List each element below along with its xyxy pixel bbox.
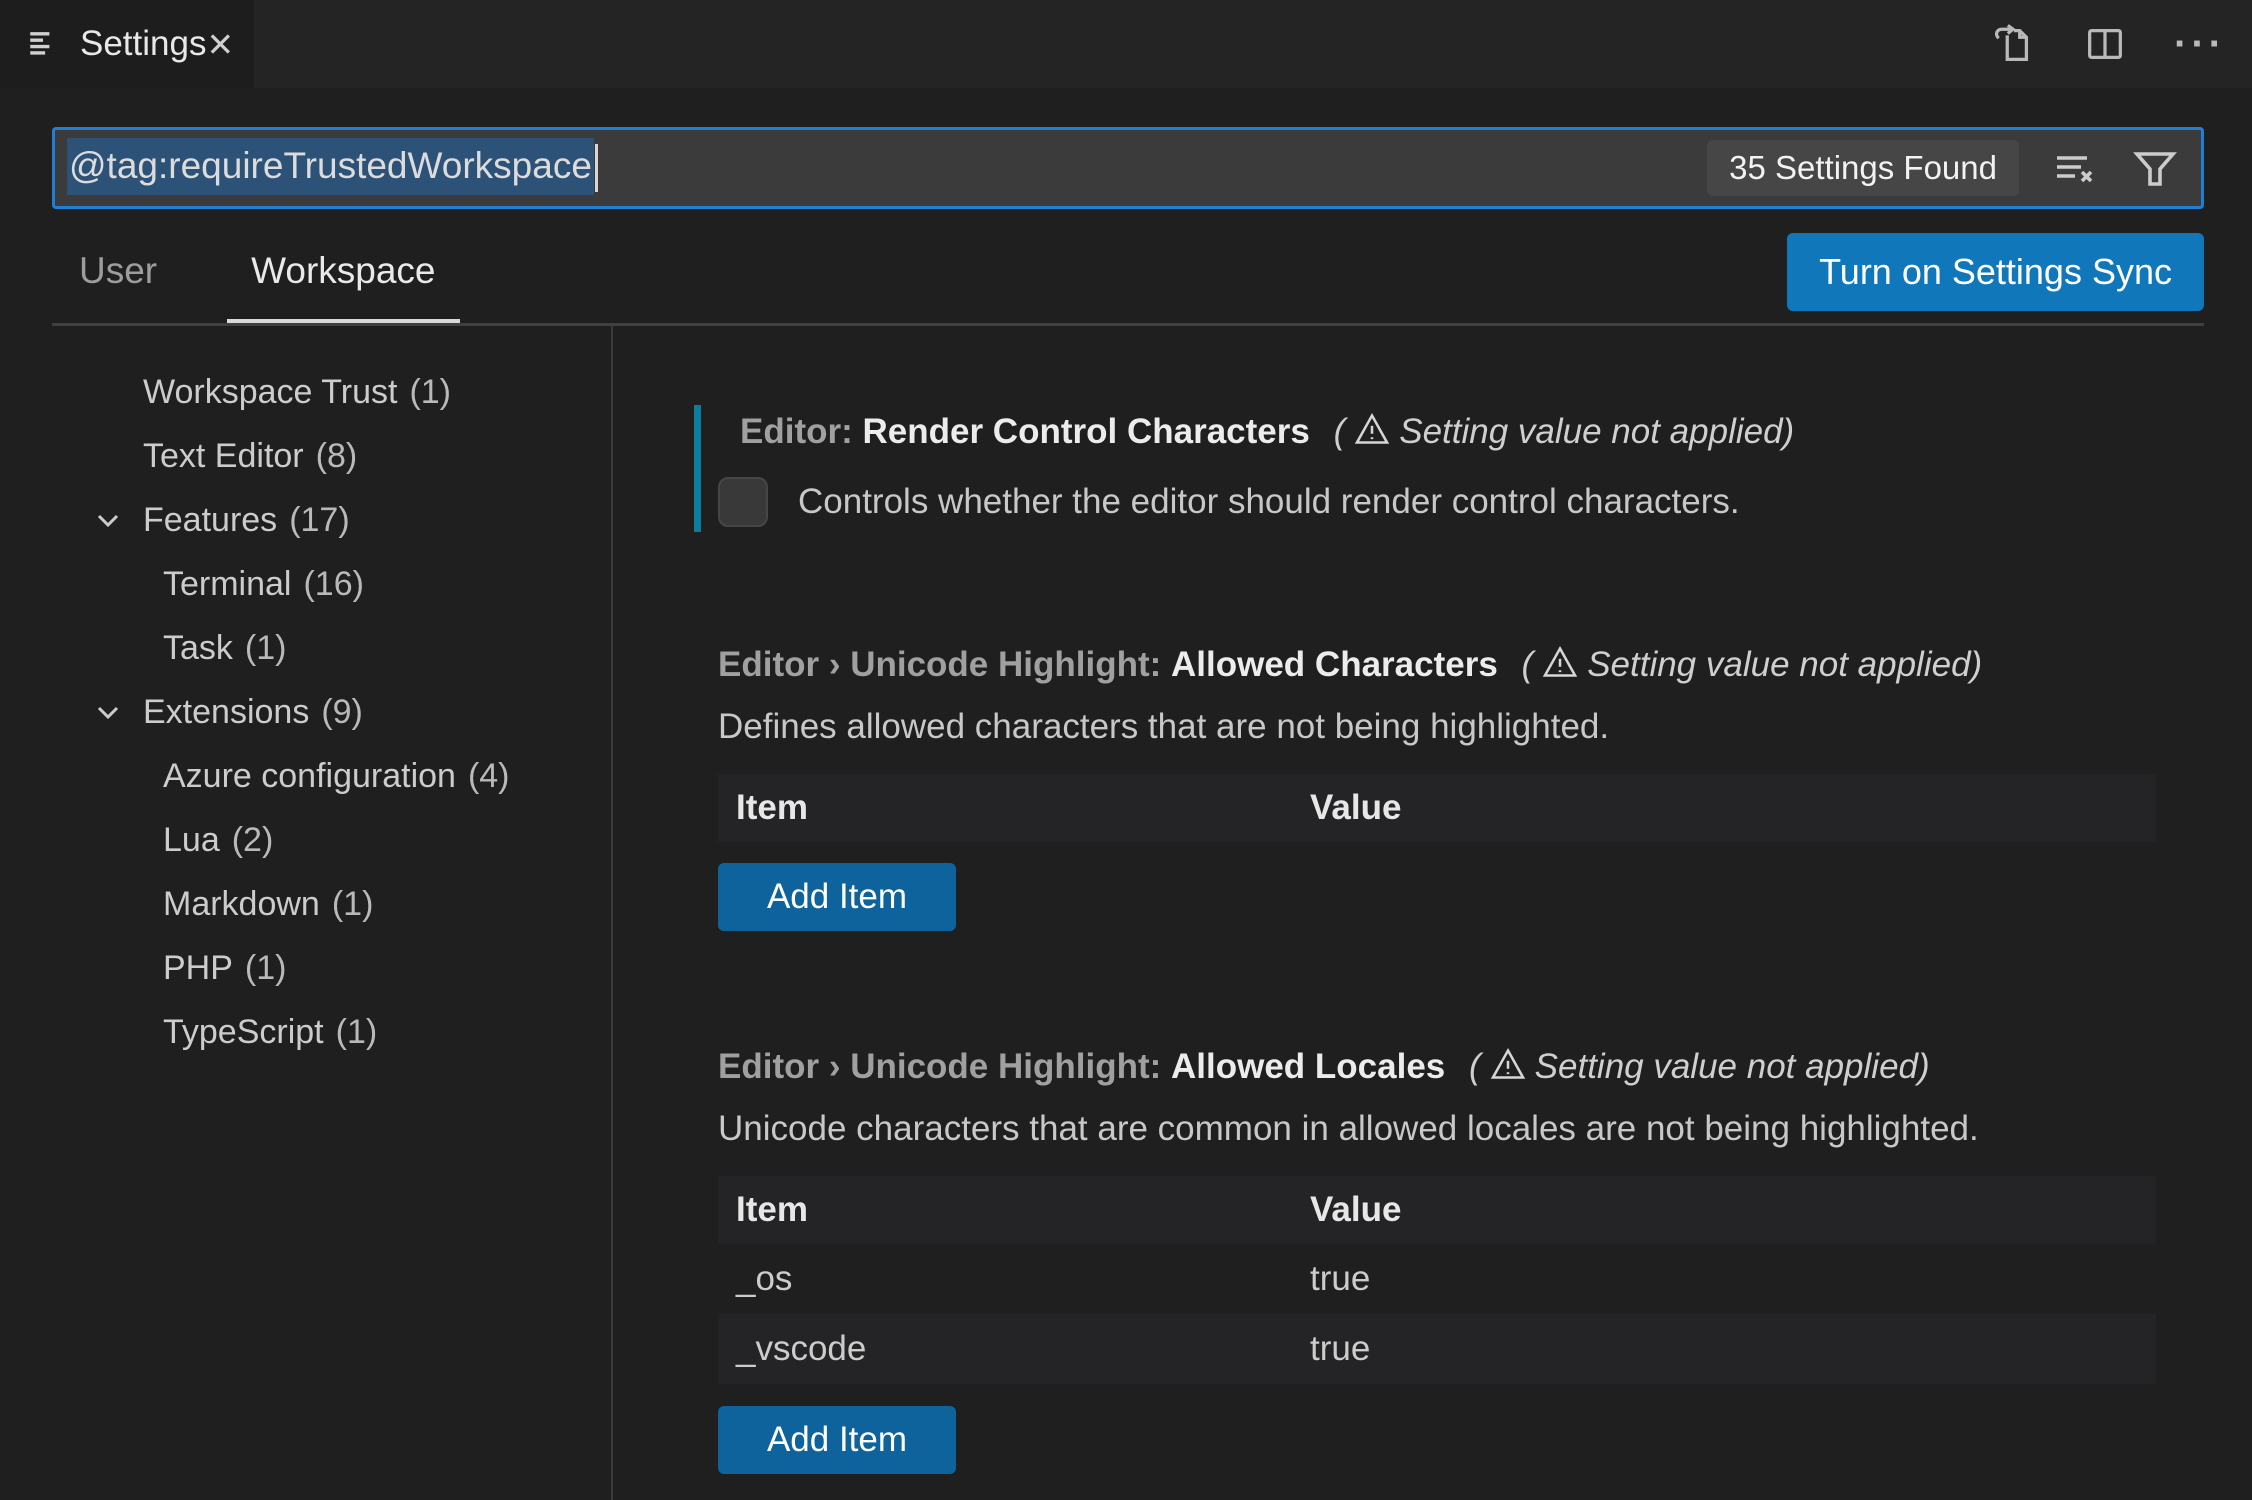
search-query-selection: @tag:requireTrustedWorkspace — [67, 137, 594, 195]
toc-item-task[interactable]: Task (1) — [0, 616, 609, 680]
settings-editor-icon — [26, 27, 60, 61]
warning-icon — [1489, 1045, 1527, 1083]
setting-control-row: Controls whether the editor should rende… — [718, 477, 1740, 527]
text-cursor — [594, 144, 598, 192]
editor-actions: ··· — [1990, 0, 2226, 88]
clear-search-filters-icon[interactable] — [2051, 144, 2099, 192]
scope-tab-workspace[interactable]: Workspace — [227, 250, 460, 323]
setting-description: Controls whether the editor should rende… — [798, 482, 1740, 521]
toc-content-divider — [611, 326, 613, 1500]
chevron-down-icon — [92, 504, 124, 536]
scope-tab-user[interactable]: User — [55, 250, 181, 320]
settings-count-badge: 35 Settings Found — [1707, 140, 2019, 196]
toc-item-php[interactable]: PHP (1) — [0, 936, 609, 1000]
table-header-row: Item Value — [718, 1176, 2156, 1244]
search-query-text: @tag:requireTrustedWorkspace — [67, 137, 598, 195]
settings-toc: Workspace Trust (1) Text Editor (8) Feat… — [0, 360, 609, 1064]
allowed-locales-table: Item Value _os true _vscode true — [718, 1176, 2156, 1384]
setting-title-allowed-locales: Editor › Unicode Highlight: Allowed Loca… — [718, 1045, 1930, 1086]
tab-settings[interactable]: Settings ✕ — [0, 0, 254, 88]
toc-item-text-editor[interactable]: Text Editor (8) — [0, 424, 609, 488]
warning-icon — [1353, 410, 1391, 448]
setting-description: Unicode characters that are common in al… — [718, 1109, 1979, 1148]
settings-search-input[interactable]: @tag:requireTrustedWorkspace 35 Settings… — [52, 127, 2204, 209]
toc-item-extensions[interactable]: Extensions (9) — [0, 680, 609, 744]
split-editor-icon[interactable] — [2082, 21, 2128, 67]
more-actions-icon[interactable]: ··· — [2174, 22, 2226, 67]
render-control-characters-checkbox[interactable] — [718, 477, 768, 527]
modified-setting-indicator — [694, 405, 701, 532]
open-settings-json-icon[interactable] — [1990, 21, 2036, 67]
toc-item-workspace-trust[interactable]: Workspace Trust (1) — [0, 360, 609, 424]
turn-on-settings-sync-button[interactable]: Turn on Settings Sync — [1787, 233, 2204, 311]
settings-editor: Settings ✕ ··· @tag:requireTrustedWorksp… — [0, 0, 2252, 1500]
filter-icon[interactable] — [2131, 144, 2179, 192]
chevron-down-icon — [92, 696, 124, 728]
allowed-characters-table: Item Value — [718, 774, 2156, 842]
table-row[interactable]: _vscode true — [718, 1314, 2156, 1384]
scope-tabs: User Workspace — [55, 250, 506, 323]
toc-item-terminal[interactable]: Terminal (16) — [0, 552, 609, 616]
toc-item-typescript[interactable]: TypeScript (1) — [0, 1000, 609, 1064]
table-row[interactable]: _os true — [718, 1244, 2156, 1314]
editor-tab-bar: Settings ✕ ··· — [0, 0, 2252, 88]
setting-title-allowed-characters: Editor › Unicode Highlight: Allowed Char… — [718, 643, 1983, 684]
setting-description: Defines allowed characters that are not … — [718, 707, 1610, 746]
close-icon[interactable]: ✕ — [206, 25, 234, 64]
setting-title-render-control-characters: Editor: Render Control Characters (Setti… — [740, 410, 1795, 451]
toc-item-azure-configuration[interactable]: Azure configuration (4) — [0, 744, 609, 808]
tab-title: Settings — [80, 24, 207, 63]
settings-list: Editor: Render Control Characters (Setti… — [694, 326, 2156, 1500]
toc-item-lua[interactable]: Lua (2) — [0, 808, 609, 872]
table-header-row: Item Value — [718, 774, 2156, 842]
add-item-button[interactable]: Add Item — [718, 1406, 956, 1474]
toc-item-markdown[interactable]: Markdown (1) — [0, 872, 609, 936]
search-controls: 35 Settings Found — [1707, 140, 2189, 196]
add-item-button[interactable]: Add Item — [718, 863, 956, 931]
warning-icon — [1541, 643, 1579, 681]
toc-item-features[interactable]: Features (17) — [0, 488, 609, 552]
